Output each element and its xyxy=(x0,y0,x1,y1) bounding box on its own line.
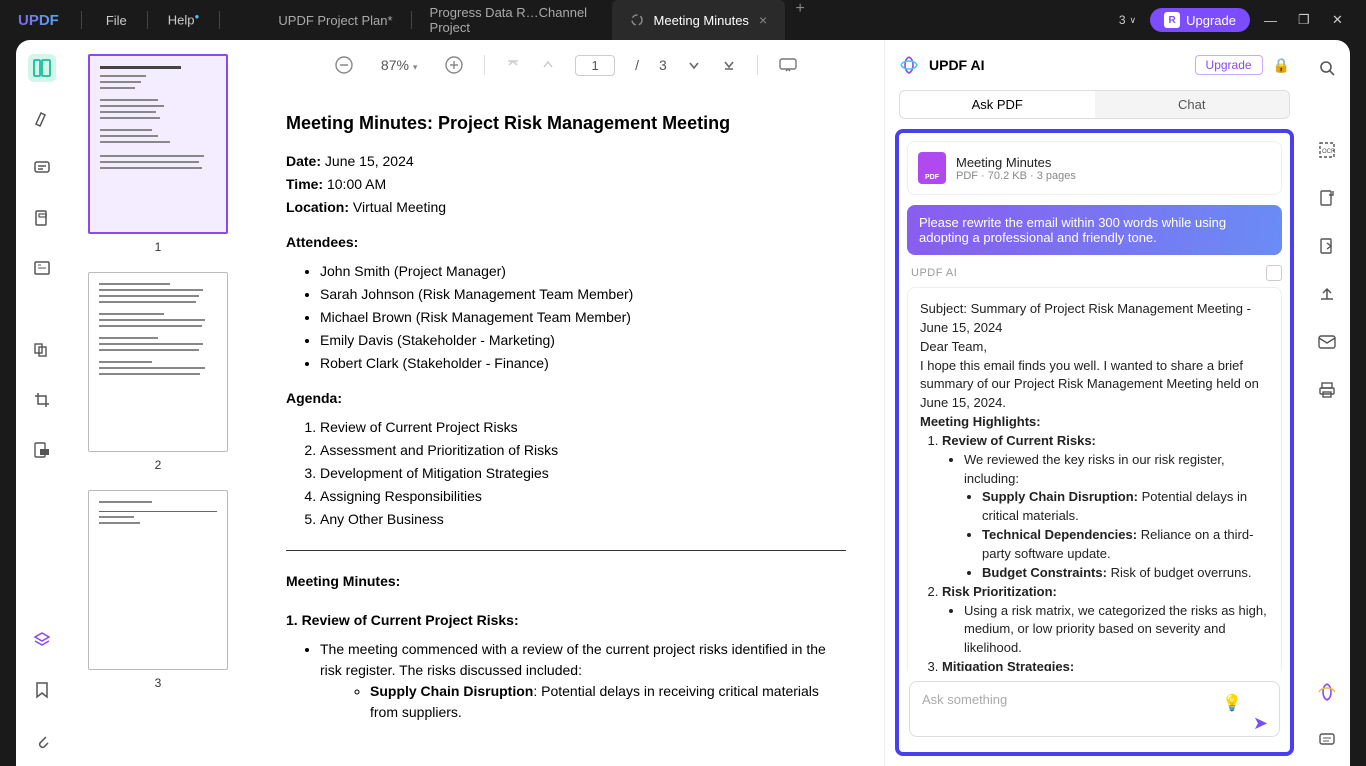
thumbnail-number: 3 xyxy=(88,676,228,690)
thumbnail-panel: 1 2 3 xyxy=(68,40,248,766)
send-icon[interactable]: ➤ xyxy=(1253,713,1268,734)
ai-upgrade-button[interactable]: Upgrade xyxy=(1195,55,1263,75)
maximize-icon[interactable]: ❐ xyxy=(1298,12,1318,28)
redact-icon[interactable] xyxy=(28,436,56,464)
ai-panel-title: UPDF AI xyxy=(929,57,1185,73)
thumbnail-page-2[interactable] xyxy=(88,272,228,452)
tab-chat[interactable]: Chat xyxy=(1095,91,1290,118)
form-icon[interactable] xyxy=(28,254,56,282)
tab-meeting-minutes[interactable]: Meeting Minutes × xyxy=(612,0,786,40)
ai-file-meta: PDF · 70.2 KB · 3 pages xyxy=(956,170,1076,182)
tab-project-plan[interactable]: UPDF Project Plan* xyxy=(260,0,410,40)
thumbnails-icon[interactable] xyxy=(28,54,56,82)
next-page-icon[interactable] xyxy=(687,58,701,72)
new-tab-button[interactable]: + xyxy=(785,0,815,40)
first-page-icon[interactable] xyxy=(505,57,521,73)
presentation-icon[interactable] xyxy=(778,57,798,73)
ai-assistant-icon[interactable] xyxy=(1313,678,1341,706)
tab-ask-pdf[interactable]: Ask PDF xyxy=(900,91,1095,118)
page-separator: / xyxy=(635,57,639,73)
thumbnail-page-3[interactable] xyxy=(88,490,228,670)
close-icon[interactable]: × xyxy=(759,12,767,28)
highlighter-icon[interactable] xyxy=(28,104,56,132)
ai-response: Subject: Summary of Project Risk Managem… xyxy=(907,287,1282,671)
pages-icon[interactable] xyxy=(28,336,56,364)
zoom-out-icon[interactable] xyxy=(334,55,354,75)
ai-logo-icon xyxy=(899,55,919,75)
upgrade-button[interactable]: RUpgrade xyxy=(1150,8,1250,32)
prev-page-icon[interactable] xyxy=(541,58,555,72)
edit-icon[interactable] xyxy=(28,204,56,232)
menu-help[interactable]: Help● xyxy=(148,12,220,27)
suggestions-icon[interactable]: 💡 xyxy=(1222,693,1242,713)
chat-history-icon[interactable] xyxy=(1313,726,1341,754)
zoom-value[interactable]: 87% ▾ xyxy=(374,57,424,73)
ai-file-name: Meeting Minutes xyxy=(956,155,1076,170)
menu-file[interactable]: File xyxy=(86,13,147,28)
pdf-file-icon xyxy=(918,152,946,184)
tab-progress-data[interactable]: Progress Data R…Channel Project xyxy=(412,0,612,40)
minimize-icon[interactable]: — xyxy=(1264,13,1284,28)
crop-icon[interactable] xyxy=(28,386,56,414)
export-icon[interactable] xyxy=(1313,184,1341,212)
email-icon[interactable] xyxy=(1313,328,1341,356)
thumbnail-page-1[interactable] xyxy=(88,54,228,234)
ocr-icon[interactable]: OCR xyxy=(1313,136,1341,164)
svg-text:OCR: OCR xyxy=(1322,149,1336,155)
response-label: UPDF AI xyxy=(911,267,957,279)
open-docs-count[interactable]: 3 ∨ xyxy=(1119,13,1136,27)
document-page: Meeting Minutes: Project Risk Management… xyxy=(286,100,846,756)
layers-icon[interactable] xyxy=(28,626,56,654)
zoom-in-icon[interactable] xyxy=(444,55,464,75)
copy-icon[interactable] xyxy=(1266,265,1282,281)
close-window-icon[interactable]: ✕ xyxy=(1332,12,1352,28)
current-page-input[interactable]: 1 xyxy=(575,55,615,76)
print-icon[interactable] xyxy=(1313,376,1341,404)
attachment-icon[interactable] xyxy=(28,726,56,754)
thumbnail-number: 2 xyxy=(88,458,228,472)
last-page-icon[interactable] xyxy=(721,57,737,73)
share-icon[interactable] xyxy=(1313,280,1341,308)
convert-icon[interactable] xyxy=(1313,232,1341,260)
search-icon[interactable] xyxy=(1313,54,1341,82)
thumbnail-number: 1 xyxy=(88,240,228,254)
lock-icon[interactable]: 🔒 xyxy=(1273,57,1290,74)
user-prompt: Please rewrite the email within 300 word… xyxy=(907,205,1282,255)
comment-icon[interactable] xyxy=(28,154,56,182)
tab-loading-icon xyxy=(630,13,644,27)
ai-file-card: Meeting Minutes PDF · 70.2 KB · 3 pages xyxy=(907,141,1282,195)
total-pages: 3 xyxy=(659,57,667,73)
page-title: Meeting Minutes: Project Risk Management… xyxy=(286,110,846,137)
app-logo: UPDF xyxy=(0,12,77,29)
bookmark-icon[interactable] xyxy=(28,676,56,704)
